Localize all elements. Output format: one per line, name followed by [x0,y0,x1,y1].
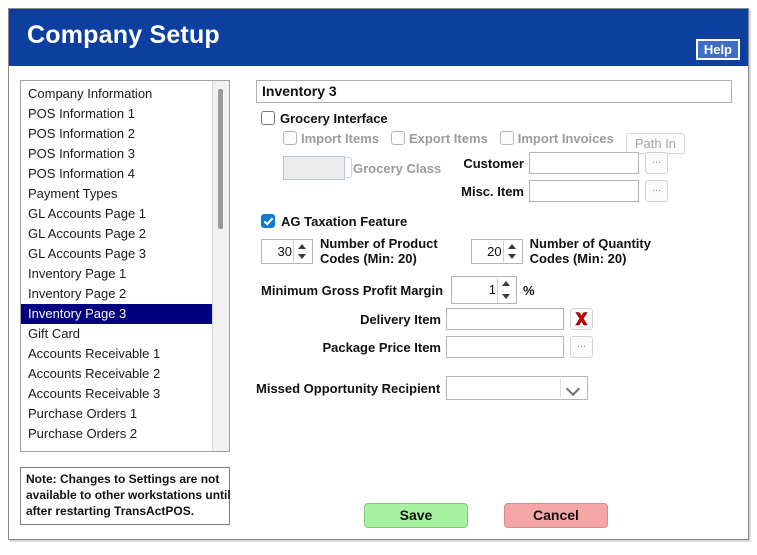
settings-note-box: Note: Changes to Settings are not availa… [20,467,231,525]
sidebar-item[interactable]: Company Information [21,84,213,104]
delivery-item-clear-button[interactable] [570,308,593,330]
minimum-gross-profit-margin-row: Minimum Gross Profit Margin 1 % [261,276,535,304]
note-line-3: after restarting TransActPOS. [26,504,195,518]
save-button[interactable]: Save [364,503,468,528]
minimum-gross-profit-margin-label: Minimum Gross Profit Margin [261,282,444,298]
quantity-codes-spinner-arrows[interactable] [502,240,521,262]
sidebar-item[interactable]: POS Information 1 [21,104,213,124]
minimum-gross-profit-margin-value: 1 [488,282,497,297]
missed-opportunity-recipient-label: Missed Opportunity Recipient [256,380,441,396]
sidebar-item[interactable]: GL Accounts Page 1 [21,204,213,224]
delivery-item-label: Delivery Item [360,311,441,327]
grocery-interface-label: Grocery Interface [280,111,388,126]
grocery-class-label: Grocery Class [353,160,442,176]
note-line-2: available to other workstations until [26,488,231,502]
ag-taxation-row: AG Taxation Feature [261,213,407,231]
sidebar-item[interactable]: Purchase Orders 1 [21,404,213,424]
delivery-item-field[interactable] [446,308,564,330]
product-codes-label-line2: Codes (Min: 20) [320,251,417,266]
product-codes-label: Number of Product Codes (Min: 20) [320,236,438,266]
sidebar-item[interactable]: GL Accounts Page 3 [21,244,213,264]
sidebar-item[interactable]: POS Information 2 [21,124,213,144]
company-setup-window: Company Setup Help Company Information PO… [8,8,749,540]
codes-row: 30 Number of Product Codes (Min: 20) 20 N… [261,236,651,266]
sidebar-item[interactable]: POS Information 3 [21,144,213,164]
misc-item-field[interactable] [529,180,639,202]
sidebar-item[interactable]: Inventory Page 2 [21,284,213,304]
customer-field[interactable] [529,152,639,174]
product-codes-value: 30 [277,243,292,259]
window-body: Company Information POS Information 1 POS … [9,66,748,539]
customer-label: Customer [463,155,524,171]
misc-item-browse-button[interactable]: ... [645,180,668,202]
sidebar-item[interactable]: Accounts Receivable 1 [21,344,213,364]
quantity-codes-value: 20 [487,243,502,259]
customer-row: Customer... [450,152,668,174]
quantity-codes-label: Number of Quantity Codes (Min: 20) [530,236,651,266]
help-button[interactable]: Help [695,39,740,60]
settings-detail-pane: Inventory 3 Grocery Interface Import Ite… [256,80,736,539]
ag-taxation-checkbox[interactable] [261,214,275,228]
sidebar-item[interactable]: Accounts Receivable 3 [21,384,213,404]
settings-page-list[interactable]: Company Information POS Information 1 POS … [20,80,230,452]
sidebar-item[interactable]: Accounts Receivable 2 [21,364,213,384]
cancel-button[interactable]: Cancel [504,503,608,528]
grocery-interface-row: Grocery Interface [261,110,388,128]
sidebar-item[interactable]: Payment Types [21,184,213,204]
sidebar-item[interactable]: Gift Card [21,324,213,344]
import-items-label: Import Items [301,131,380,146]
page-title: Company Setup [27,21,220,49]
product-codes-stepper[interactable]: 30 [261,238,313,264]
export-items-checkbox[interactable] [391,131,406,145]
ag-taxation-label: AG Taxation Feature [281,214,408,229]
quantity-codes-stepper[interactable]: 20 [470,238,523,264]
sidebar-item[interactable]: Inventory Page 1 [21,264,213,284]
percent-label: % [523,282,535,298]
missed-opportunity-recipient-row: Missed Opportunity Recipient [256,376,589,400]
settings-page-list-items: Company Information POS Information 1 POS … [21,81,213,451]
package-price-item-row: Package Price Item... [316,336,593,358]
quantity-codes-label-line1: Number of Quantity [529,236,651,251]
screenshot-root: Company Setup Help Company Information PO… [0,0,757,555]
grocery-class-field[interactable] [283,156,345,180]
sidebar-item[interactable]: POS Information 4 [21,164,213,184]
product-codes-spinner-arrows[interactable] [293,240,311,262]
import-invoices-checkbox[interactable] [499,131,514,145]
misc-item-row: Misc. Item... [450,180,668,202]
window-titlebar: Company Setup Help [9,9,748,66]
customer-browse-button[interactable]: ... [645,152,668,174]
sidebar-item[interactable]: GL Accounts Page 2 [21,224,213,244]
minimum-gross-profit-margin-spinner-arrows[interactable] [497,278,516,302]
sidebar-item[interactable]: Inventory Page 3 [21,304,213,324]
note-line-1: Note: Changes to Settings are not [26,472,220,486]
grocery-class-row: Grocery Class [283,156,441,180]
sidebar-item[interactable]: Purchase Orders 2 [21,424,213,444]
product-codes-label-line1: Number of Product [320,236,438,251]
red-x-icon [575,312,588,326]
chevron-down-icon [560,378,586,398]
missed-opportunity-recipient-select[interactable] [446,376,589,400]
sidebar-scrollbar-thumb[interactable] [218,89,223,229]
export-items-label: Export Items [409,131,488,146]
misc-item-label: Misc. Item [461,183,524,199]
grocery-interface-checkbox[interactable] [261,111,275,125]
package-price-item-browse-button[interactable]: ... [570,336,593,358]
import-items-checkbox[interactable] [283,131,297,145]
page-name-field[interactable]: Inventory 3 [256,80,732,103]
path-in-button[interactable]: Path In [625,133,686,154]
delivery-item-row: Delivery Item [316,308,593,330]
quantity-codes-label-line2: Codes (Min: 20) [529,251,627,266]
package-price-item-label: Package Price Item [322,339,441,355]
sidebar-scrollbar[interactable] [212,81,229,451]
import-invoices-label: Import Invoices [517,131,614,146]
minimum-gross-profit-margin-stepper[interactable]: 1 [451,276,518,304]
package-price-item-field[interactable] [446,336,564,358]
